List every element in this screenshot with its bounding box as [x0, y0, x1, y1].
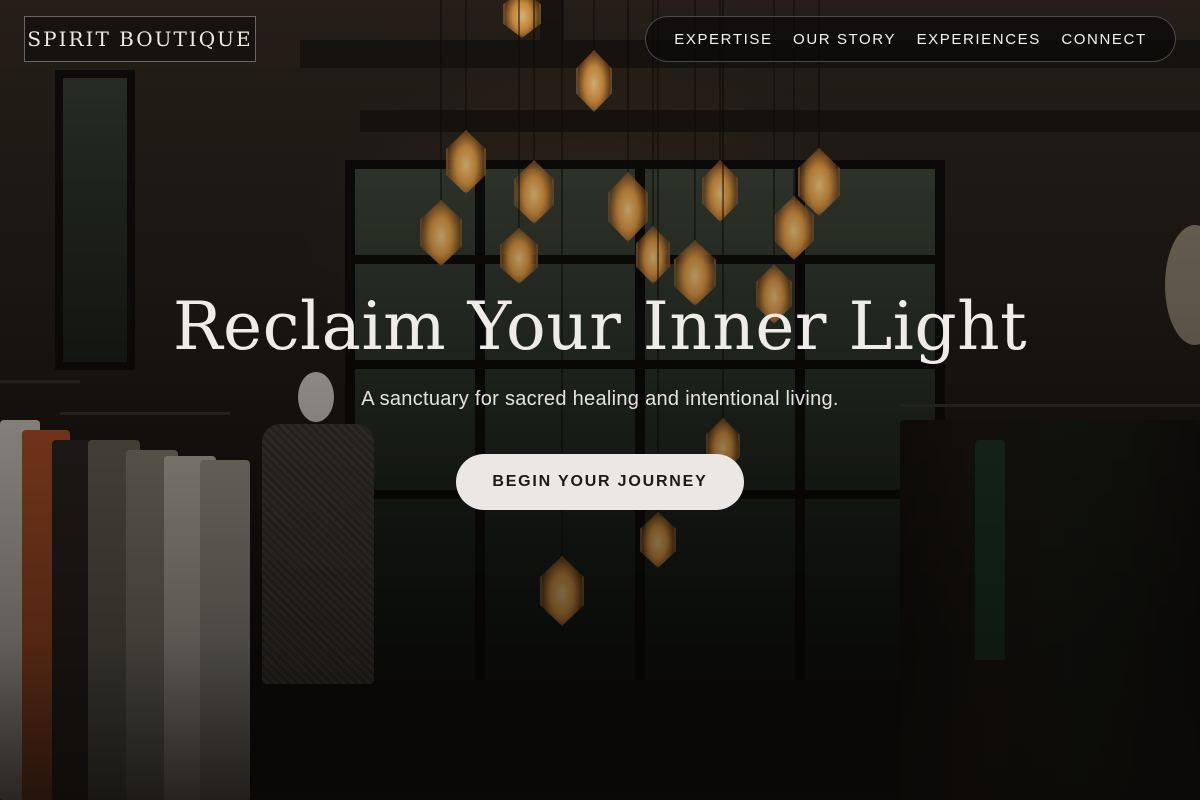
begin-journey-button[interactable]: BEGIN YOUR JOURNEY [456, 454, 744, 510]
hero-subtitle: A sanctuary for sacred healing and inten… [361, 388, 839, 410]
nav-item-connect[interactable]: CONNECT [1061, 31, 1146, 48]
nav-item-expertise[interactable]: EXPERTISE [674, 31, 772, 48]
brand-logo[interactable]: SPIRIT BOUTIQUE [24, 16, 256, 62]
nav-item-our-story[interactable]: OUR STORY [793, 31, 896, 48]
nav-item-experiences[interactable]: EXPERIENCES [917, 31, 1041, 48]
hero-section: SPIRIT BOUTIQUE EXPERTISE OUR STORY EXPE… [0, 0, 1200, 800]
main-nav: EXPERTISE OUR STORY EXPERIENCES CONNECT [645, 16, 1176, 62]
brand-name: SPIRIT BOUTIQUE [27, 27, 253, 51]
hero-title: Reclaim Your Inner Light [172, 288, 1028, 365]
